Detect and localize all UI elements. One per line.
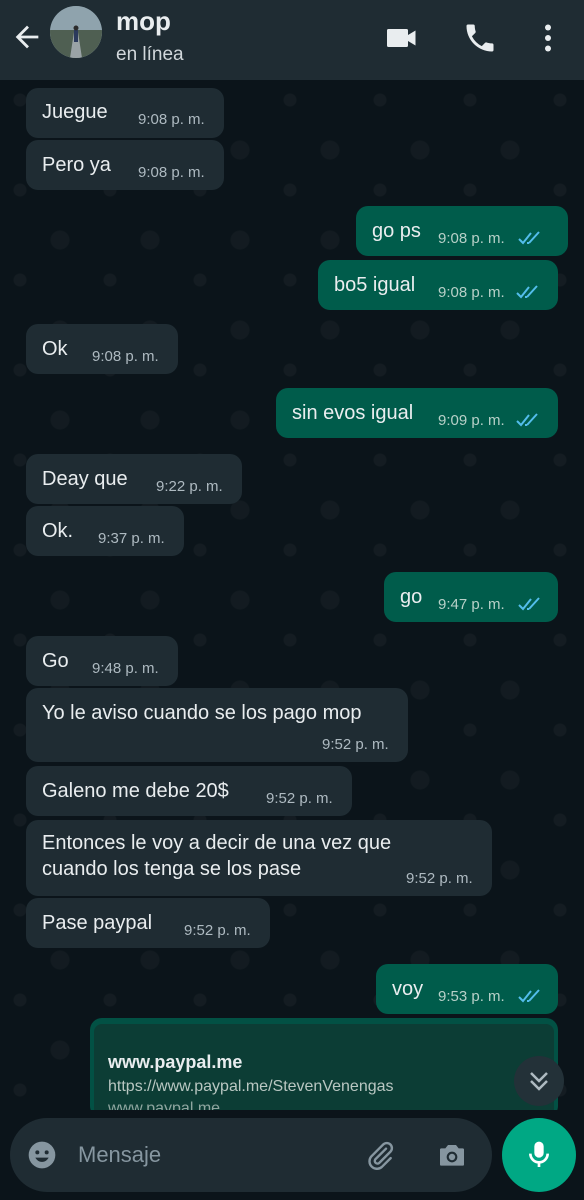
message-time: 9:08 p. m.: [438, 284, 505, 301]
message-time: 9:52 p. m.: [322, 736, 389, 753]
link-preview-message[interactable]: www.paypal.me https://www.paypal.me/Stev…: [90, 1018, 558, 1110]
message-incoming[interactable]: Pase paypal 9:52 p. m.: [26, 898, 270, 948]
message-text: Juegue: [42, 101, 108, 123]
message-time: 9:08 p. m.: [138, 164, 205, 181]
message-outgoing[interactable]: go ps 9:08 p. m.: [356, 206, 568, 256]
message-incoming[interactable]: Deay que 9:22 p. m.: [26, 454, 242, 504]
message-incoming[interactable]: Ok. 9:37 p. m.: [26, 506, 184, 556]
message-time: 9:08 p. m.: [92, 348, 159, 365]
read-receipt-icon: [516, 413, 538, 427]
message-outgoing[interactable]: bo5 igual 9:08 p. m.: [318, 260, 558, 310]
message-text: Pero ya: [42, 154, 111, 176]
message-incoming[interactable]: Yo le aviso cuando se los pago mop 9:52 …: [26, 688, 408, 762]
message-text: Yo le aviso cuando se los pago mop: [42, 702, 362, 724]
message-incoming[interactable]: Go 9:48 p. m.: [26, 636, 178, 686]
message-time: 9:09 p. m.: [438, 412, 505, 429]
message-time: 9:48 p. m.: [92, 660, 159, 677]
message-text: Go: [42, 650, 69, 672]
message-input[interactable]: Mensaje: [10, 1118, 492, 1192]
message-text: Ok.: [42, 520, 74, 542]
avatar[interactable]: [50, 6, 102, 58]
more-vert-icon[interactable]: [530, 20, 566, 56]
message-time: 9:52 p. m.: [266, 790, 333, 807]
message-outgoing[interactable]: sin evos igual 9:09 p. m.: [276, 388, 558, 438]
phone-icon[interactable]: [462, 20, 498, 56]
message-time: 9:22 p. m.: [156, 478, 223, 495]
message-text: Ok: [42, 338, 68, 360]
message-time: 9:53 p. m.: [438, 988, 505, 1005]
message-incoming[interactable]: Galeno me debe 20$ 9:52 p. m.: [26, 766, 352, 816]
message-text: go ps: [372, 220, 421, 242]
message-outgoing[interactable]: voy 9:53 p. m.: [376, 964, 558, 1014]
message-time: 9:47 p. m.: [438, 596, 505, 613]
chat-header: mop en línea: [0, 0, 584, 80]
back-arrow-icon[interactable]: [10, 20, 44, 54]
link-preview-url: https://www.paypal.me/StevenVenengas: [108, 1078, 394, 1095]
avatar-image: [50, 6, 102, 58]
mic-icon: [529, 1141, 549, 1167]
read-receipt-icon: [518, 231, 540, 245]
camera-icon[interactable]: [434, 1139, 470, 1171]
message-outgoing[interactable]: go 9:47 p. m.: [384, 572, 558, 622]
link-preview-domain: www.paypal.me: [108, 1100, 221, 1110]
message-text: sin evos igual: [292, 402, 414, 424]
link-preview-title: www.paypal.me: [108, 1052, 243, 1072]
video-call-icon[interactable]: [384, 20, 420, 56]
message-time: 9:37 p. m.: [98, 530, 165, 547]
scroll-to-bottom-button[interactable]: [514, 1056, 564, 1106]
message-time: 9:52 p. m.: [406, 870, 473, 887]
message-incoming[interactable]: Ok 9:08 p. m.: [26, 324, 178, 374]
message-text: Deay que: [42, 468, 128, 490]
message-text: Galeno me debe 20$: [42, 780, 229, 802]
read-receipt-icon: [518, 597, 540, 611]
read-receipt-icon: [518, 989, 540, 1003]
attach-icon[interactable]: [362, 1140, 398, 1172]
message-text: Pase paypal: [42, 912, 153, 934]
message-time: 9:08 p. m.: [138, 111, 205, 128]
composer-bar: Mensaje: [0, 1110, 584, 1200]
contact-status: en línea: [116, 44, 184, 65]
read-receipt-icon: [516, 285, 538, 299]
chevron-double-down-icon: [530, 1072, 548, 1091]
message-incoming[interactable]: Entonces le voy a decir de una vez que c…: [26, 820, 492, 896]
message-time: 9:52 p. m.: [184, 922, 251, 939]
message-placeholder: Mensaje: [78, 1142, 162, 1167]
message-text: bo5 igual: [334, 274, 416, 296]
message-text: go: [400, 586, 423, 608]
message-text: Entonces le voy a decir de una vez que c…: [42, 832, 392, 880]
chat-area[interactable]: Juegue 9:08 p. m. Pero ya 9:08 p. m. go …: [0, 80, 584, 1110]
emoji-icon[interactable]: [26, 1139, 58, 1171]
message-incoming[interactable]: Pero ya 9:08 p. m.: [26, 140, 224, 190]
contact-name[interactable]: mop: [116, 6, 171, 37]
message-text: voy: [392, 978, 424, 1000]
mic-button[interactable]: [502, 1118, 576, 1192]
message-time: 9:08 p. m.: [438, 230, 505, 247]
message-incoming[interactable]: Juegue 9:08 p. m.: [26, 88, 224, 138]
